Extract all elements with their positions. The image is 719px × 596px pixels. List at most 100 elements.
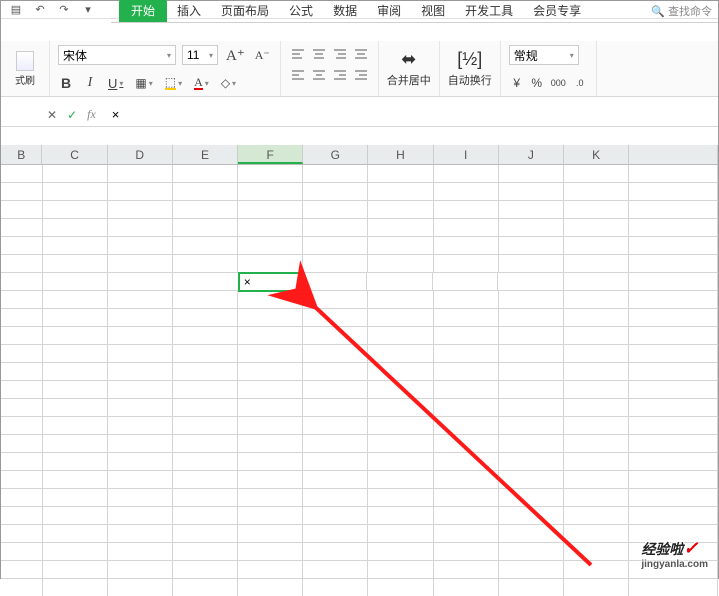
cell[interactable]	[1, 543, 43, 561]
align-center-icon[interactable]	[310, 66, 328, 84]
cell[interactable]	[43, 345, 108, 363]
cell[interactable]	[238, 435, 303, 453]
font-name-select[interactable]: 宋体	[58, 45, 176, 65]
cell[interactable]	[43, 507, 108, 525]
cell[interactable]	[629, 471, 718, 489]
cell[interactable]	[238, 381, 303, 399]
cell[interactable]	[368, 453, 433, 471]
cell[interactable]	[629, 327, 718, 345]
cell[interactable]	[434, 453, 499, 471]
cell[interactable]	[303, 453, 368, 471]
cell[interactable]	[43, 327, 108, 345]
cell[interactable]	[368, 471, 433, 489]
cell[interactable]	[434, 291, 499, 309]
cell[interactable]	[303, 417, 368, 435]
cell[interactable]	[108, 453, 173, 471]
cell[interactable]	[368, 165, 433, 183]
cell[interactable]	[368, 507, 433, 525]
cell[interactable]	[434, 219, 499, 237]
cell[interactable]	[238, 561, 303, 579]
cell[interactable]	[564, 219, 629, 237]
cell[interactable]	[498, 273, 563, 291]
percent-button[interactable]: %	[529, 74, 545, 92]
cell[interactable]	[499, 489, 564, 507]
cell[interactable]	[43, 525, 108, 543]
cell[interactable]	[368, 327, 433, 345]
cell[interactable]	[1, 525, 43, 543]
cell[interactable]	[43, 183, 108, 201]
cell[interactable]	[499, 471, 564, 489]
cell[interactable]	[173, 345, 238, 363]
currency-button[interactable]: ¥	[509, 74, 525, 92]
cell[interactable]	[1, 183, 43, 201]
col-header-overflow[interactable]	[629, 145, 718, 164]
cell[interactable]	[303, 561, 368, 579]
cell[interactable]	[108, 363, 173, 381]
cell[interactable]	[368, 219, 433, 237]
cell[interactable]	[303, 579, 368, 596]
col-header-J[interactable]: J	[499, 145, 564, 164]
cell[interactable]	[368, 417, 433, 435]
cell[interactable]	[173, 237, 238, 255]
cell[interactable]	[629, 453, 718, 471]
orientation-icon[interactable]	[352, 45, 370, 63]
cell[interactable]	[303, 219, 368, 237]
cell[interactable]	[303, 435, 368, 453]
cell[interactable]	[238, 453, 303, 471]
cell[interactable]	[43, 561, 108, 579]
cell[interactable]	[629, 399, 718, 417]
cell[interactable]	[108, 561, 173, 579]
cell[interactable]	[238, 219, 303, 237]
underline-button[interactable]: U	[106, 74, 125, 92]
cell[interactable]	[434, 363, 499, 381]
cell[interactable]	[434, 327, 499, 345]
cell[interactable]	[238, 309, 303, 327]
cell[interactable]	[368, 255, 433, 273]
undo-icon[interactable]: ↶	[33, 3, 47, 17]
redo-icon[interactable]: ↷	[57, 3, 71, 17]
cell[interactable]	[499, 381, 564, 399]
cell[interactable]	[173, 165, 238, 183]
col-header-H[interactable]: H	[368, 145, 433, 164]
cell[interactable]	[564, 435, 629, 453]
cell[interactable]	[238, 399, 303, 417]
cell[interactable]	[1, 255, 43, 273]
cell[interactable]	[629, 165, 718, 183]
cell[interactable]	[564, 453, 629, 471]
cell[interactable]	[173, 363, 238, 381]
cell[interactable]	[108, 309, 173, 327]
cell[interactable]	[303, 291, 368, 309]
cell[interactable]	[564, 165, 629, 183]
cell[interactable]	[43, 435, 108, 453]
cell[interactable]	[108, 291, 173, 309]
cell[interactable]	[629, 291, 718, 309]
cell[interactable]	[43, 489, 108, 507]
cell[interactable]	[499, 183, 564, 201]
cell[interactable]	[108, 165, 173, 183]
fx-icon[interactable]: fx	[87, 107, 96, 122]
cell[interactable]	[434, 417, 499, 435]
col-header-E[interactable]: E	[173, 145, 238, 164]
wrap-text-button[interactable]: [½] 自动换行	[448, 49, 492, 88]
cell[interactable]	[108, 579, 173, 596]
cell[interactable]	[629, 489, 718, 507]
col-header-I[interactable]: I	[434, 145, 499, 164]
cell[interactable]	[499, 561, 564, 579]
cell[interactable]	[238, 579, 303, 596]
cell[interactable]	[1, 345, 43, 363]
cell[interactable]	[108, 219, 173, 237]
cell[interactable]	[108, 417, 173, 435]
cell[interactable]	[173, 399, 238, 417]
cell[interactable]	[368, 381, 433, 399]
cell[interactable]	[434, 471, 499, 489]
cell[interactable]	[43, 417, 108, 435]
border-button[interactable]: ▦	[133, 74, 154, 92]
font-size-select[interactable]: 11	[182, 45, 218, 65]
cell-grid[interactable]: ×	[1, 165, 718, 596]
cell[interactable]	[303, 363, 368, 381]
align-top-left-icon[interactable]	[289, 45, 307, 63]
align-top-center-icon[interactable]	[310, 45, 328, 63]
cell[interactable]	[629, 381, 718, 399]
cell[interactable]	[238, 363, 303, 381]
cell[interactable]	[629, 309, 718, 327]
